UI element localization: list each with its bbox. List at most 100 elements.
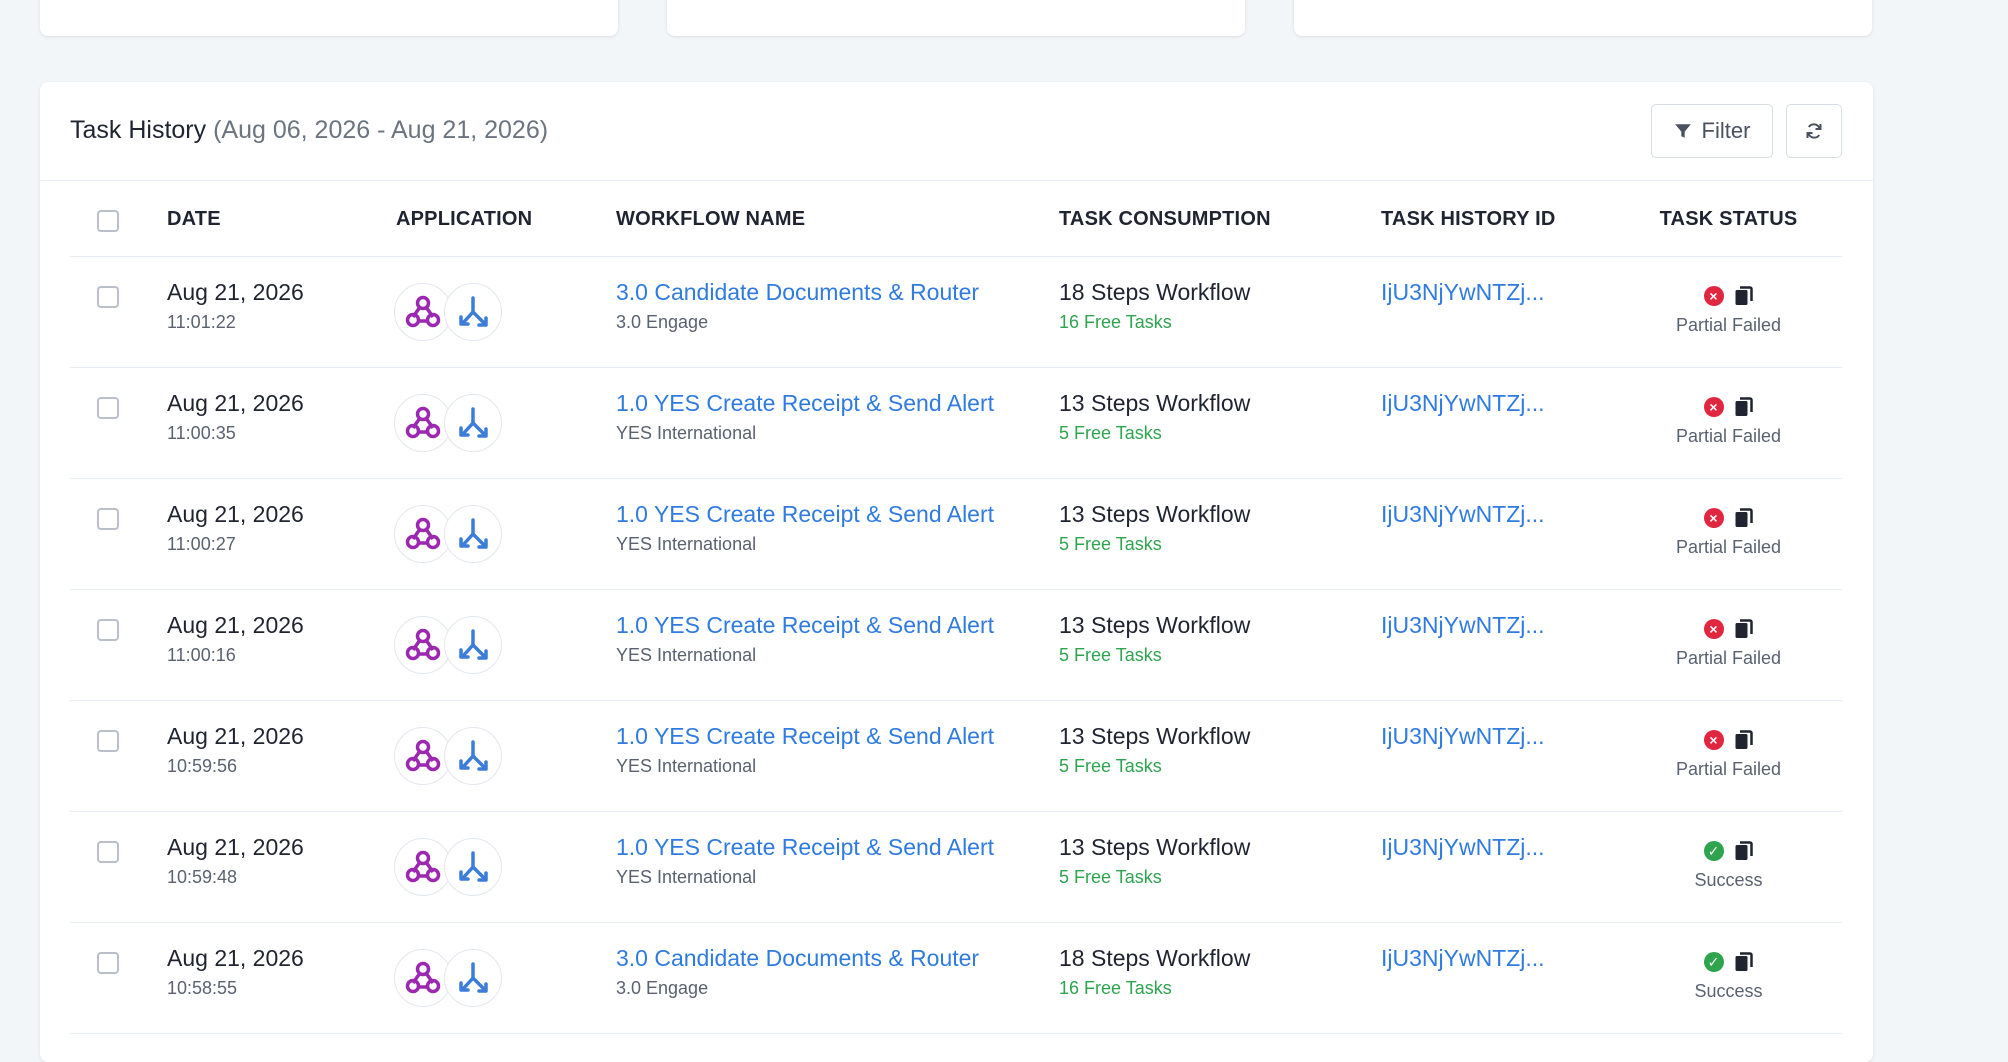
row-checkbox[interactable] xyxy=(97,619,119,641)
row-date: Aug 21, 2026 xyxy=(167,834,304,860)
router-icon[interactable] xyxy=(444,727,502,785)
status-cell: × Partial Failed xyxy=(1615,478,1842,590)
table-row[interactable]: Aug 21, 2026 11:01:22 3.0 Candidate Docu… xyxy=(70,256,1842,368)
workflow-name-link[interactable]: 1.0 YES Create Receipt & Send Alert xyxy=(616,612,1059,639)
refresh-icon xyxy=(1806,123,1822,139)
copy-icon[interactable] xyxy=(1734,729,1754,751)
copy-icon[interactable] xyxy=(1734,285,1754,307)
row-checkbox[interactable] xyxy=(97,841,119,863)
router-icon[interactable] xyxy=(444,283,502,341)
history-id-cell: IjU3NjYwNTZj... xyxy=(1381,922,1615,1034)
column-header-consumption[interactable]: TASK CONSUMPTION xyxy=(1059,182,1381,257)
task-history-title: Task History xyxy=(70,116,207,144)
table-row[interactable]: Aug 21, 2026 10:59:48 1.0 YES Create Rec… xyxy=(70,811,1842,923)
table-header-row: DATE APPLICATION WORKFLOW NAME TASK CONS… xyxy=(70,182,1842,257)
application-cell xyxy=(394,922,616,1034)
router-icon[interactable] xyxy=(444,505,502,563)
column-header-workflow[interactable]: WORKFLOW NAME xyxy=(616,182,1059,257)
column-header-status[interactable]: TASK STATUS xyxy=(1615,182,1842,257)
status-cell: × Partial Failed xyxy=(1615,256,1842,368)
row-select-cell xyxy=(70,478,167,590)
copy-icon[interactable] xyxy=(1734,618,1754,640)
column-header-application[interactable]: APPLICATION xyxy=(396,182,616,257)
copy-icon[interactable] xyxy=(1734,396,1754,418)
task-history-table: DATE APPLICATION WORKFLOW NAME TASK CONS… xyxy=(70,182,1842,1034)
table-row[interactable]: Aug 21, 2026 10:58:55 3.0 Candidate Docu… xyxy=(70,922,1842,1034)
row-select-cell xyxy=(70,811,167,923)
status-label: Partial Failed xyxy=(1675,537,1782,557)
workflow-cell: 1.0 YES Create Receipt & Send Alert YES … xyxy=(616,589,1059,701)
page-title: Task History (Aug 06, 2026 - Aug 21, 202… xyxy=(70,116,548,145)
copy-icon[interactable] xyxy=(1734,951,1754,973)
consumption-cell: 13 Steps Workflow 5 Free Tasks xyxy=(1059,700,1381,812)
router-icon[interactable] xyxy=(444,838,502,896)
consumption-cell: 13 Steps Workflow 5 Free Tasks xyxy=(1059,478,1381,590)
filter-button[interactable]: Filter xyxy=(1651,104,1773,158)
select-all-checkbox[interactable] xyxy=(97,210,119,232)
free-tasks: 16 Free Tasks xyxy=(1059,978,1172,998)
copy-icon[interactable] xyxy=(1734,507,1754,529)
row-time: 10:58:55 xyxy=(167,978,238,998)
task-history-id-link[interactable]: IjU3NjYwNTZj... xyxy=(1381,945,1615,972)
task-history-id-link[interactable]: IjU3NjYwNTZj... xyxy=(1381,723,1615,750)
steps-count: 13 Steps Workflow xyxy=(1059,834,1251,860)
workflow-name-link[interactable]: 1.0 YES Create Receipt & Send Alert xyxy=(616,501,1059,528)
row-checkbox[interactable] xyxy=(97,730,119,752)
workflow-name-link[interactable]: 1.0 YES Create Receipt & Send Alert xyxy=(616,723,1059,750)
status-icons: × xyxy=(1615,507,1842,529)
router-icon[interactable] xyxy=(444,616,502,674)
row-checkbox[interactable] xyxy=(97,952,119,974)
row-checkbox[interactable] xyxy=(97,397,119,419)
status-label: Partial Failed xyxy=(1675,648,1782,668)
application-cell xyxy=(394,589,616,701)
router-icon[interactable] xyxy=(444,394,502,452)
app-icons xyxy=(394,949,616,1007)
refresh-button[interactable] xyxy=(1786,104,1842,158)
task-history-panel: Task History (Aug 06, 2026 - Aug 21, 202… xyxy=(40,82,1873,1062)
stat-card-3 xyxy=(1294,0,1872,36)
workflow-workspace: YES International xyxy=(616,534,757,554)
router-icon[interactable] xyxy=(444,949,502,1007)
column-header-history-id[interactable]: TASK HISTORY ID xyxy=(1381,182,1615,257)
workflow-name-link[interactable]: 1.0 YES Create Receipt & Send Alert xyxy=(616,390,1059,417)
row-select-cell xyxy=(70,922,167,1034)
column-header-date[interactable]: DATE xyxy=(167,182,396,257)
steps-count: 13 Steps Workflow xyxy=(1059,723,1251,749)
workflow-cell: 1.0 YES Create Receipt & Send Alert YES … xyxy=(616,478,1059,590)
steps-count: 13 Steps Workflow xyxy=(1059,390,1251,416)
task-history-id-link[interactable]: IjU3NjYwNTZj... xyxy=(1381,834,1615,861)
date-cell: Aug 21, 2026 11:01:22 xyxy=(167,256,396,368)
workflow-workspace: 3.0 Engage xyxy=(616,978,709,998)
table-row[interactable]: Aug 21, 2026 11:00:27 1.0 YES Create Rec… xyxy=(70,478,1842,590)
table-row[interactable]: Aug 21, 2026 11:00:35 1.0 YES Create Rec… xyxy=(70,367,1842,479)
status-label: Success xyxy=(1694,870,1763,890)
status-icons: × xyxy=(1615,618,1842,640)
task-history-id-link[interactable]: IjU3NjYwNTZj... xyxy=(1381,390,1615,417)
application-cell xyxy=(394,811,616,923)
history-id-cell: IjU3NjYwNTZj... xyxy=(1381,367,1615,479)
table-row[interactable]: Aug 21, 2026 10:59:56 1.0 YES Create Rec… xyxy=(70,700,1842,812)
row-date: Aug 21, 2026 xyxy=(167,945,304,971)
row-time: 11:01:22 xyxy=(167,312,236,332)
workflow-name-link[interactable]: 1.0 YES Create Receipt & Send Alert xyxy=(616,834,1059,861)
task-history-id-link[interactable]: IjU3NjYwNTZj... xyxy=(1381,612,1615,639)
task-history-id-link[interactable]: IjU3NjYwNTZj... xyxy=(1381,501,1615,528)
workflow-name-link[interactable]: 3.0 Candidate Documents & Router xyxy=(616,945,1059,972)
row-date: Aug 21, 2026 xyxy=(167,723,304,749)
copy-icon[interactable] xyxy=(1734,840,1754,862)
status-cell: ✓ Success xyxy=(1615,811,1842,923)
success-check-icon: ✓ xyxy=(1703,841,1724,861)
row-checkbox[interactable] xyxy=(97,508,119,530)
free-tasks: 5 Free Tasks xyxy=(1059,867,1162,887)
row-checkbox[interactable] xyxy=(97,286,119,308)
history-id-cell: IjU3NjYwNTZj... xyxy=(1381,478,1615,590)
date-cell: Aug 21, 2026 11:00:27 xyxy=(167,478,396,590)
date-range: (Aug 06, 2026 - Aug 21, 2026) xyxy=(213,116,549,144)
workflow-name-link[interactable]: 3.0 Candidate Documents & Router xyxy=(616,279,1059,306)
task-history-id-link[interactable]: IjU3NjYwNTZj... xyxy=(1381,279,1615,306)
application-cell xyxy=(394,367,616,479)
consumption-cell: 13 Steps Workflow 5 Free Tasks xyxy=(1059,589,1381,701)
table-row[interactable]: Aug 21, 2026 11:00:16 1.0 YES Create Rec… xyxy=(70,589,1842,701)
failed-x-icon: × xyxy=(1703,730,1724,750)
stat-card-2 xyxy=(667,0,1245,36)
